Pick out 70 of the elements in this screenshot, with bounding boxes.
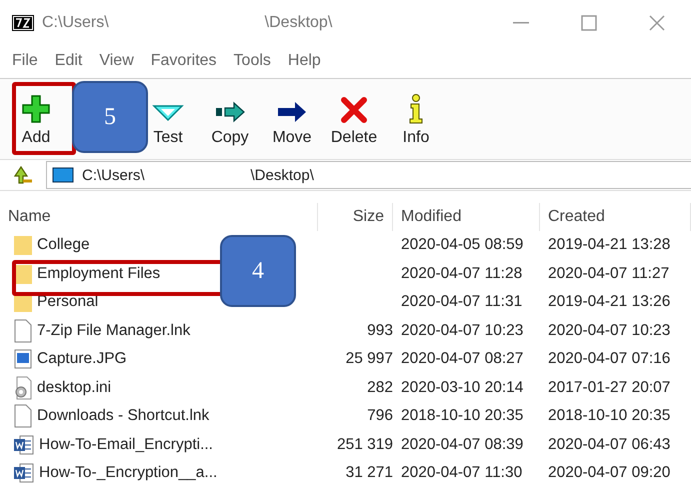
table-cell-text: 2020-04-07 11:30: [400, 463, 524, 484]
table-cell-text: 2020-04-07 07:16: [547, 349, 672, 370]
document-icon: [13, 434, 35, 456]
table-cell-text: 2020-04-05 08:59: [400, 235, 524, 256]
table-cell-text: 993: [366, 320, 393, 341]
table-cell-text: 25 997: [344, 349, 393, 370]
toolbar-button[interactable]: Info: [402, 89, 430, 149]
address-field[interactable]: C:\Users\ \Desktop\: [46, 161, 691, 189]
toolbar-button[interactable]: Add: [20, 89, 52, 149]
file-name: 7-Zip File Manager.lnk: [37, 320, 190, 341]
cross-icon: [340, 96, 368, 124]
table-cell-text: 2020-04-07 11:31: [400, 292, 524, 312]
file-name: Personal: [37, 292, 98, 312]
table-cell-text: 2020-04-07 09:20: [547, 463, 672, 484]
table-cell-text: 2017-01-27 20:07: [547, 378, 672, 398]
table-cell-text: 2020-04-07 08:27: [400, 349, 524, 370]
menu-item[interactable]: Tools: [234, 52, 271, 70]
plus-icon: [21, 94, 51, 124]
menu-item[interactable]: Help: [288, 52, 321, 70]
file-name: College: [37, 235, 90, 256]
menu-item[interactable]: View: [99, 52, 134, 70]
column-header[interactable]: Name: [0, 203, 318, 231]
table-cell-text: 31 271: [344, 463, 393, 484]
table-cell-text: 2018-10-10 20:35: [400, 406, 524, 426]
desktop-icon: [52, 167, 74, 183]
folder-icon: [13, 234, 33, 256]
toolbar-button[interactable]: Delete: [330, 89, 378, 149]
file-name: Capture.JPG: [37, 349, 127, 370]
table-cell-text: 2020-04-07 10:23: [547, 320, 672, 341]
table-cell-text: 2020-04-07 11:27: [547, 264, 670, 284]
table-cell-text: 2020-04-07 06:43: [547, 434, 672, 455]
arrow-right-icon: [214, 100, 246, 124]
file-name: How-To-_Encryption__a...: [39, 463, 218, 484]
window-title: C:\Users\: [42, 14, 109, 32]
file-name: Downloads - Shortcut.lnk: [37, 406, 210, 426]
toolbar-button[interactable]: Copy: [210, 89, 250, 149]
file-name: Employment Files: [37, 264, 160, 284]
step-callout: 5: [72, 81, 148, 153]
step-callout: 4: [220, 235, 296, 307]
image-file-icon: [13, 348, 33, 370]
table-cell-text: 282: [366, 378, 393, 398]
toolbar-button[interactable]: Test: [151, 89, 185, 149]
arrow-right-icon: [276, 100, 308, 124]
app-logo-icon: [12, 15, 34, 31]
menu-item[interactable]: File: [12, 52, 38, 70]
file-name: desktop.ini: [37, 378, 112, 398]
column-header[interactable]: Created: [540, 203, 691, 231]
file-name: How-To-Email_Encrypti...: [39, 434, 213, 455]
file-icon: [13, 318, 33, 343]
window-title: \Desktop\: [264, 14, 332, 32]
file-icon: [13, 404, 33, 428]
table-cell-text: 796: [366, 406, 393, 426]
table-cell-text: 2020-04-07 11:28: [400, 264, 524, 284]
column-header[interactable]: Size: [318, 203, 393, 231]
table-cell-text: 2020-04-07 08:39: [400, 434, 524, 455]
maximize-icon: [581, 15, 597, 31]
table-cell-text: 2020-03-10 20:14: [400, 378, 524, 398]
table-cell-text: 2019-04-21 13:28: [547, 235, 672, 256]
table-cell-text: 251 319: [336, 434, 393, 455]
menu-item[interactable]: Edit: [54, 52, 82, 70]
menu-item[interactable]: Favorites: [150, 52, 217, 70]
minimize-icon: [513, 22, 529, 24]
close-icon: [649, 15, 665, 31]
info-icon: [407, 94, 425, 124]
table-cell-text: 2018-10-10 20:35: [547, 406, 672, 426]
toolbar-button[interactable]: Move: [271, 89, 313, 149]
column-header[interactable]: Modified: [393, 203, 540, 231]
table-cell-text: 2020-04-07 10:23: [400, 320, 524, 341]
gear-file-icon: [13, 376, 33, 400]
table-cell-text: 2019-04-21 13:26: [547, 292, 672, 312]
